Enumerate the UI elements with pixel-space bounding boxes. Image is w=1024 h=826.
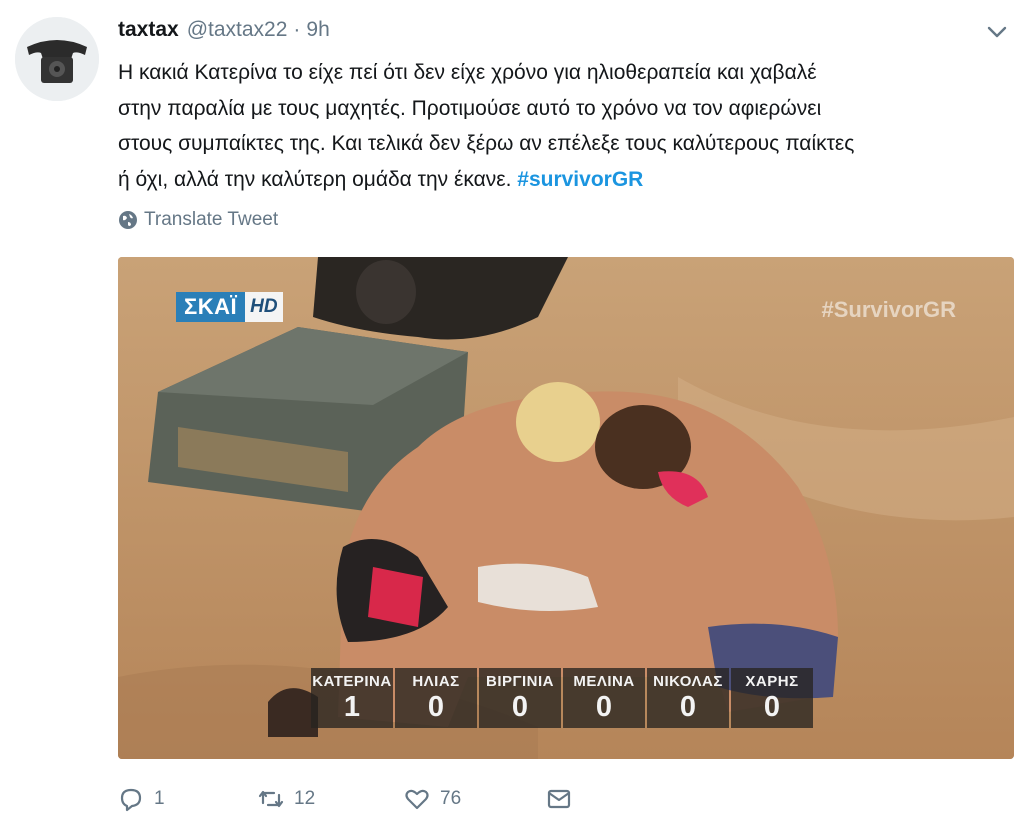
- tweet-text-line: στους συμπαίκτες της. Και τελικά δεν ξέρ…: [118, 132, 855, 155]
- user-handle[interactable]: @taxtax22: [187, 18, 288, 42]
- direct-message-button[interactable]: [546, 786, 572, 812]
- scoreboard: ΚΑΤΕΡΙΝΑ 1 ΗΛΙΑΣ 0 ΒΙΡΓΙΝΙΑ 0 ΜΕΛΙΝΑ 0 Ν…: [311, 668, 813, 728]
- globe-icon: [119, 211, 137, 229]
- chevron-down-icon[interactable]: [985, 22, 1009, 42]
- tweet-text-line-4: ή όχι, αλλά την καλύτερη ομάδα την έκανε…: [118, 167, 512, 191]
- message-icon: [547, 789, 571, 809]
- translate-tweet-link[interactable]: Translate Tweet: [118, 209, 278, 231]
- channel-logo-text: ΣΚΑΪ: [176, 292, 246, 322]
- hashtag-link[interactable]: #survivorGR: [517, 168, 643, 191]
- score-cell: ΒΙΡΓΙΝΙΑ 0: [479, 668, 561, 728]
- like-count: 76: [440, 788, 462, 809]
- hashtag-watermark: #SurvivorGR: [821, 297, 957, 322]
- retweet-button[interactable]: 12: [258, 786, 315, 812]
- timestamp[interactable]: 9h: [306, 18, 329, 42]
- score-cell: ΧΑΡΗΣ 0: [731, 668, 813, 728]
- telephone-avatar-icon: [15, 17, 99, 101]
- player-score: 0: [679, 691, 697, 723]
- separator-dot: ·: [293, 18, 301, 41]
- player-score: 1: [343, 691, 361, 723]
- score-cell: ΜΕΛΙΝΑ 0: [563, 668, 645, 728]
- tweet-text: Η κακιά Κατερίνα το είχε πεί ότι δεν είχ…: [118, 55, 998, 197]
- translate-label: Translate Tweet: [144, 209, 279, 230]
- tweet-actions: 1 12 76: [118, 786, 588, 816]
- player-name: ΧΑΡΗΣ: [745, 673, 799, 690]
- avatar[interactable]: [15, 17, 99, 101]
- tweet-text-line: Η κακιά Κατερίνα το είχε πεί ότι δεν είχ…: [118, 61, 817, 84]
- tweet-text-line: ή όχι, αλλά την καλύτερη ομάδα την έκανε…: [118, 162, 998, 198]
- reply-count: 1: [154, 788, 165, 809]
- reply-icon: [120, 788, 142, 812]
- player-score: 0: [763, 691, 781, 723]
- tweet-text-line: στην παραλία με τους μαχητές. Προτιμούσε…: [118, 96, 822, 120]
- player-name: ΒΙΡΓΙΝΙΑ: [485, 673, 555, 690]
- display-name[interactable]: taxtax: [118, 18, 179, 42]
- score-cell: ΝΙΚΟΛΑΣ 0: [647, 668, 729, 728]
- channel-logo: ΣΚΑΪ HD: [176, 292, 283, 322]
- like-button[interactable]: 76: [404, 786, 461, 812]
- tweet-image[interactable]: ΣΚΑΪ HD #SurvivorGR ΚΑΤΕΡΙΝΑ 1 ΗΛΙΑΣ 0 Β…: [118, 257, 1014, 759]
- retweet-icon: [258, 790, 284, 808]
- score-cell: ΗΛΙΑΣ 0: [395, 668, 477, 728]
- player-name: ΗΛΙΑΣ: [412, 673, 460, 690]
- player-name: ΚΑΤΕΡΙΝΑ: [312, 673, 392, 690]
- tweet-header: taxtax @taxtax22 · 9h: [118, 18, 330, 46]
- channel-hd-badge: HD: [245, 292, 283, 322]
- score-cell: ΚΑΤΕΡΙΝΑ 1: [311, 668, 393, 728]
- reply-button[interactable]: 1: [118, 786, 165, 812]
- player-score: 0: [595, 691, 613, 723]
- retweet-count: 12: [294, 788, 316, 809]
- heart-icon: [405, 789, 429, 810]
- player-score: 0: [511, 691, 529, 723]
- player-name: ΜΕΛΙΝΑ: [573, 673, 635, 690]
- player-score: 0: [427, 691, 445, 723]
- player-name: ΝΙΚΟΛΑΣ: [653, 673, 723, 690]
